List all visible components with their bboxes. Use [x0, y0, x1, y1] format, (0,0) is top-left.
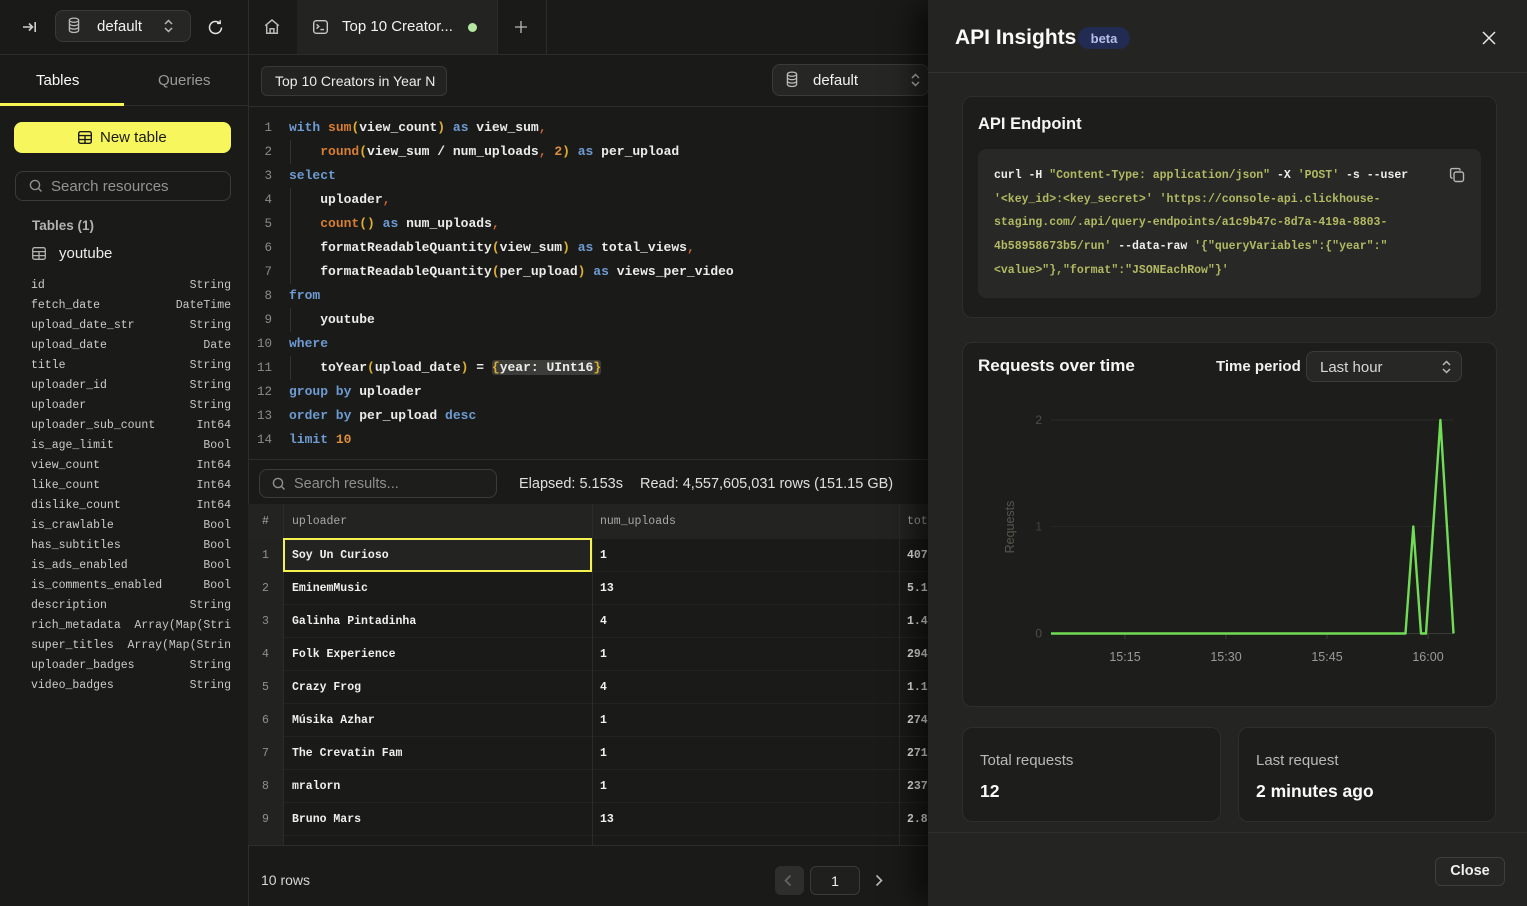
- svg-text:2: 2: [1035, 413, 1042, 427]
- svg-text:Requests: Requests: [1003, 501, 1017, 554]
- svg-text:1: 1: [1035, 520, 1042, 534]
- svg-text:15:30: 15:30: [1210, 650, 1241, 664]
- svg-text:15:45: 15:45: [1311, 650, 1342, 664]
- svg-text:16:00: 16:00: [1412, 650, 1443, 664]
- svg-text:15:15: 15:15: [1109, 650, 1140, 664]
- svg-text:0: 0: [1035, 627, 1042, 641]
